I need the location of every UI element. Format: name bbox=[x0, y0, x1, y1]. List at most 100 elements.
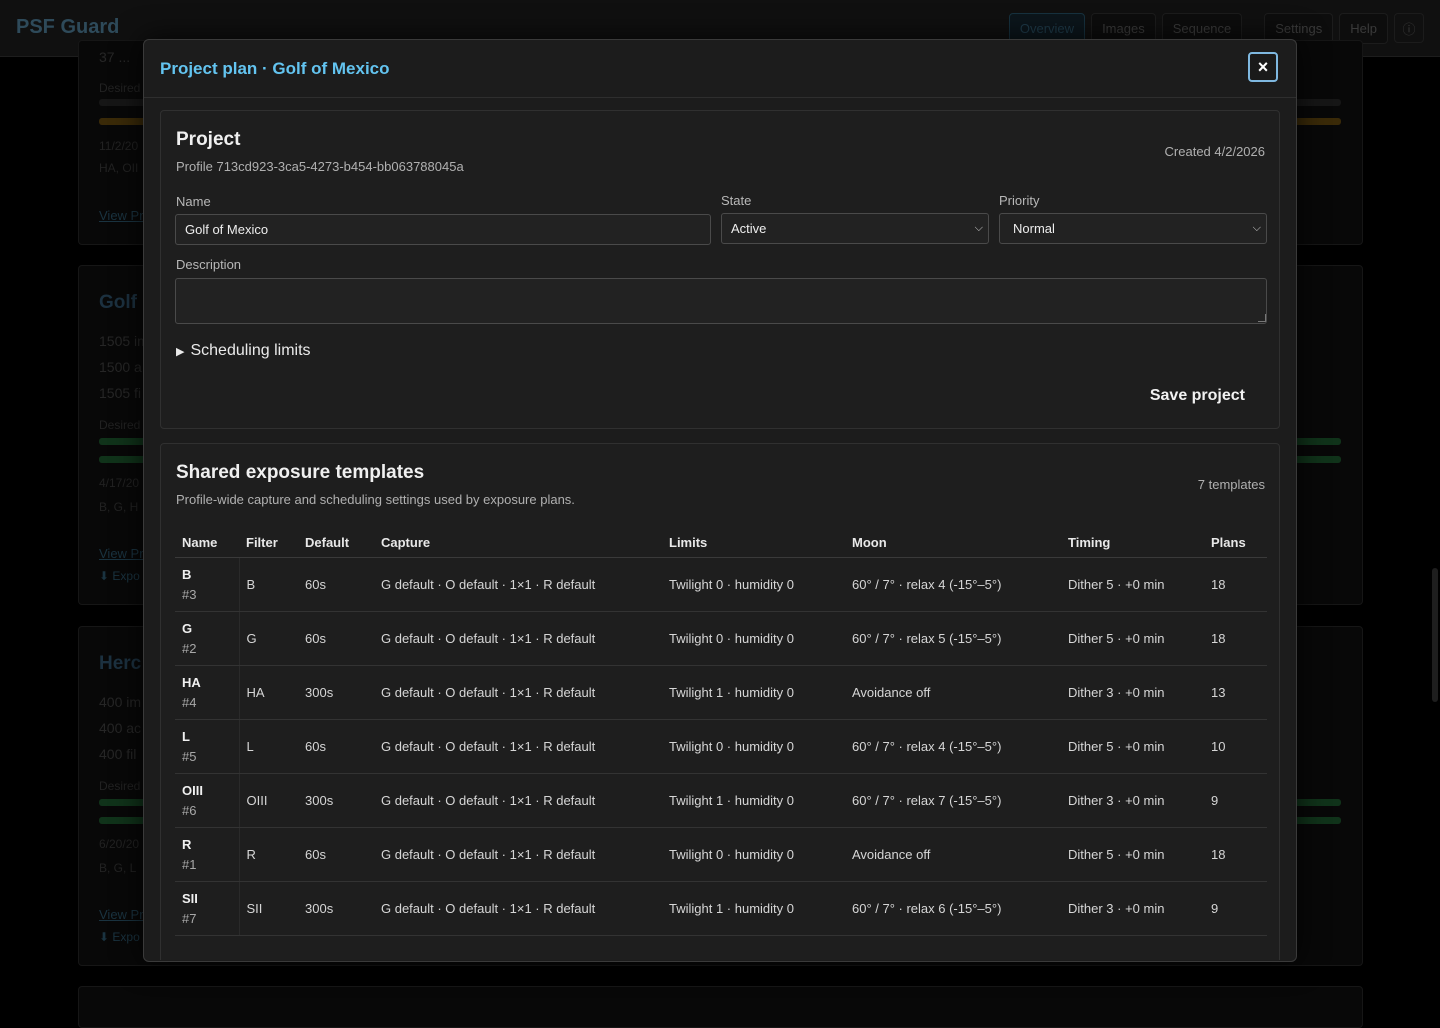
project-profile-id: Profile 713cd923-3ca5-4273-b454-bb063788… bbox=[176, 159, 464, 174]
template-id: #5 bbox=[182, 749, 197, 764]
bg-card-filters: B, G, H bbox=[99, 500, 139, 514]
capture-cell: G default · O default · 1×1 · R default bbox=[374, 665, 662, 720]
capture-cell: G default · O default · 1×1 · R default bbox=[374, 827, 662, 882]
scheduling-limits-toggle[interactable]: ▶ Scheduling limits bbox=[176, 342, 311, 360]
column-header: Plans bbox=[1204, 527, 1267, 558]
bg-card-line: 1505 fi bbox=[99, 385, 142, 401]
capture-cell: G default · O default · 1×1 · R default bbox=[374, 773, 662, 828]
template-id: #7 bbox=[182, 911, 197, 926]
page-scrollbar[interactable] bbox=[1432, 568, 1438, 702]
filter-cell: OIII bbox=[239, 773, 298, 828]
templates-table: Name Filter Default Capture Limits Moon … bbox=[175, 527, 1267, 936]
default-cell: 60s bbox=[298, 557, 374, 612]
priority-label: Priority bbox=[999, 193, 1040, 208]
bg-card-line: 400 im bbox=[99, 694, 142, 710]
timing-cell: Dither 5 · +0 min bbox=[1061, 611, 1204, 666]
limits-cell: Twilight 1 · humidity 0 bbox=[662, 773, 845, 828]
template-id: #6 bbox=[182, 803, 197, 818]
bg-card-line: 400 fil bbox=[99, 746, 137, 762]
template-name-cell: R #1 bbox=[175, 827, 240, 882]
save-project-button[interactable]: Save project bbox=[1150, 387, 1245, 405]
bg-card-desired: Desired bbox=[99, 418, 141, 432]
plans-cell: 10 bbox=[1204, 719, 1267, 774]
table-row[interactable]: B #3 B 60s G default · O default · 1×1 · R d… bbox=[175, 557, 1267, 612]
column-header: Timing bbox=[1061, 527, 1204, 558]
description-textarea[interactable] bbox=[175, 278, 1267, 324]
info-icon[interactable]: ⓘ bbox=[1394, 13, 1424, 43]
bg-card-date: 6/20/20 bbox=[99, 837, 140, 851]
default-cell: 60s bbox=[298, 719, 374, 774]
table-row[interactable]: OIII #6 OIII 300s G default · O default · 1×… bbox=[175, 773, 1267, 828]
bg-export-link[interactable]: ⬇ Expo bbox=[99, 569, 140, 583]
plans-cell: 9 bbox=[1204, 773, 1267, 828]
filter-cell: SII bbox=[239, 881, 298, 936]
capture-cell: G default · O default · 1×1 · R default bbox=[374, 557, 662, 612]
template-id: #4 bbox=[182, 695, 197, 710]
bg-card-desired: Desired bbox=[99, 779, 141, 793]
template-name: R bbox=[182, 837, 192, 852]
templates-table-body: B #3 B 60s G default · O default · 1×1 · R d… bbox=[175, 557, 1267, 936]
resize-grip-icon[interactable] bbox=[1258, 314, 1266, 322]
name-label: Name bbox=[176, 194, 211, 209]
templates-subtitle: Profile-wide capture and scheduling sett… bbox=[176, 492, 575, 507]
limits-cell: Twilight 0 · humidity 0 bbox=[662, 827, 845, 882]
template-id: #1 bbox=[182, 857, 197, 872]
default-cell: 300s bbox=[298, 773, 374, 828]
filter-cell: HA bbox=[239, 665, 298, 720]
bg-view-link[interactable]: View Pr bbox=[99, 208, 144, 223]
state-select[interactable]: Active ⌵ bbox=[721, 213, 989, 244]
moon-cell: Avoidance off bbox=[845, 665, 1061, 720]
default-cell: 60s bbox=[298, 611, 374, 666]
column-header: Name bbox=[175, 527, 239, 558]
timing-cell: Dither 3 · +0 min bbox=[1061, 665, 1204, 720]
limits-cell: Twilight 1 · humidity 0 bbox=[662, 881, 845, 936]
templates-heading: Shared exposure templates bbox=[176, 462, 425, 483]
timing-cell: Dither 3 · +0 min bbox=[1061, 881, 1204, 936]
template-name: G bbox=[182, 621, 193, 636]
priority-select[interactable]: Normal ⌵ bbox=[999, 213, 1267, 244]
project-heading: Project bbox=[176, 129, 241, 150]
close-icon: × bbox=[1257, 56, 1269, 77]
priority-value: Normal bbox=[1013, 221, 1055, 236]
moon-cell: 60° / 7° · relax 7 (-15°–5°) bbox=[845, 773, 1061, 828]
bg-view-link[interactable]: View Pr bbox=[99, 907, 144, 922]
column-header: Filter bbox=[239, 527, 298, 558]
filter-cell: G bbox=[239, 611, 298, 666]
timing-cell: Dither 5 · +0 min bbox=[1061, 827, 1204, 882]
default-cell: 60s bbox=[298, 827, 374, 882]
table-row[interactable]: SII #7 SII 300s G default · O default · 1×1 … bbox=[175, 881, 1267, 936]
templates-section: Shared exposure templates Profile-wide c… bbox=[160, 443, 1280, 960]
table-row[interactable]: G #2 G 60s G default · O default · 1×1 · R d… bbox=[175, 611, 1267, 666]
plans-cell: 18 bbox=[1204, 557, 1267, 612]
bg-card-line: 1505 im bbox=[99, 333, 149, 349]
capture-cell: G default · O default · 1×1 · R default bbox=[374, 719, 662, 774]
template-name: B bbox=[182, 567, 192, 582]
chevron-down-icon: ⌵ bbox=[974, 222, 983, 234]
project-name-input[interactable]: Golf of Mexico bbox=[175, 214, 711, 245]
state-label: State bbox=[721, 193, 752, 208]
scheduling-limits-label: Scheduling limits bbox=[190, 342, 311, 359]
bg-view-link[interactable]: View Pr bbox=[99, 546, 144, 561]
bg-card-text: 37 ... bbox=[99, 49, 131, 65]
chevron-down-icon: ⌵ bbox=[1252, 222, 1261, 234]
bg-card-filters: HA, OII bbox=[99, 161, 139, 175]
table-row[interactable]: R #1 R 60s G default · O default · 1×1 · R d… bbox=[175, 827, 1267, 882]
project-created-date: Created 4/2/2026 bbox=[1164, 144, 1265, 159]
plans-cell: 13 bbox=[1204, 665, 1267, 720]
modal-body[interactable]: Project Profile 713cd923-3ca5-4273-b454-… bbox=[144, 98, 1296, 960]
limits-cell: Twilight 1 · humidity 0 bbox=[662, 665, 845, 720]
plans-cell: 18 bbox=[1204, 827, 1267, 882]
bg-card-line: 400 ac bbox=[99, 720, 142, 736]
close-button[interactable]: × bbox=[1248, 52, 1278, 82]
column-header: Capture bbox=[374, 527, 662, 558]
bg-card-desired: Desired bbox=[99, 81, 141, 95]
description-label: Description bbox=[176, 257, 242, 272]
column-header: Default bbox=[298, 527, 374, 558]
table-header-row: Name Filter Default Capture Limits Moon … bbox=[175, 527, 1267, 558]
app-title: PSF Guard bbox=[16, 16, 120, 38]
table-row[interactable]: HA #4 HA 300s G default · O default · 1×1 · … bbox=[175, 665, 1267, 720]
bg-export-link[interactable]: ⬇ Expo bbox=[99, 930, 140, 944]
table-row[interactable]: L #5 L 60s G default · O default · 1×1 · R d… bbox=[175, 719, 1267, 774]
template-name: SII bbox=[182, 891, 198, 906]
bg-card-filters: B, G, L bbox=[99, 861, 137, 875]
